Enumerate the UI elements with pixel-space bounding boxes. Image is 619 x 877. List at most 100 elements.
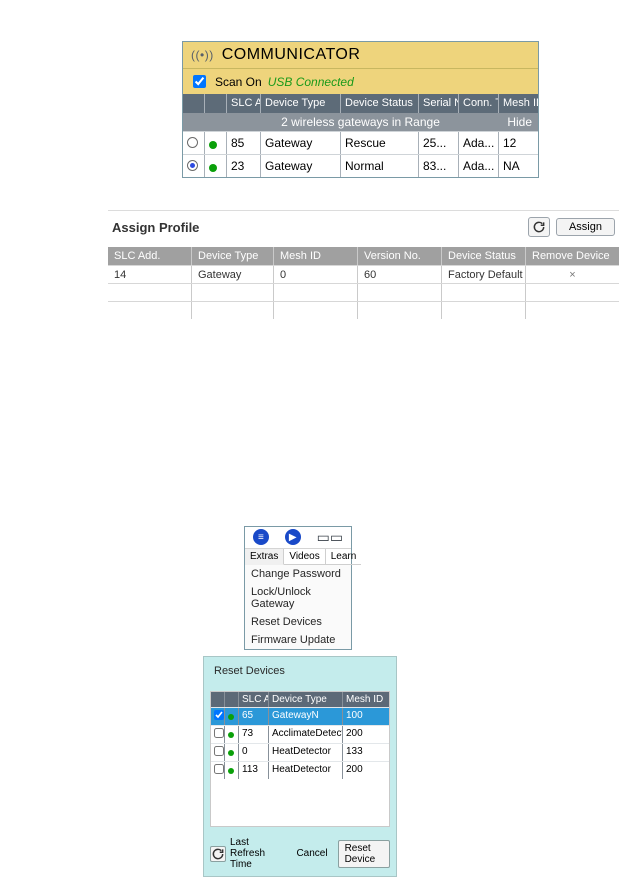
extras-tabs: Extras Videos Learn: [245, 549, 351, 565]
extras-menu: ≡ ▶ ▭▭ Extras Videos Learn Change Passwo…: [244, 526, 352, 650]
tab-videos[interactable]: Videos: [284, 549, 325, 565]
cell-dstat: Rescue: [341, 132, 419, 154]
row-checkbox[interactable]: [214, 728, 224, 738]
cell-mesh: 200: [343, 762, 389, 779]
col-rem: Remove Device: [526, 247, 619, 265]
table-row[interactable]: 113HeatDetector200: [211, 761, 389, 779]
col-stat: Device Status: [442, 247, 526, 265]
row-checkbox[interactable]: [214, 764, 224, 774]
cell-serial: 83...: [419, 155, 459, 177]
cell-mesh: 0: [274, 266, 358, 283]
col-slc: SLC Add.: [108, 247, 192, 265]
cell-dtype: GatewayN: [269, 708, 343, 725]
communicator-panel: ((•)) COMMUNICATOR Scan On USB Connected…: [182, 41, 539, 178]
cell-dtype: Gateway: [192, 266, 274, 283]
remove-device-button[interactable]: ×: [526, 266, 619, 283]
cell-slc: 23: [227, 155, 261, 177]
cell-mesh: 133: [343, 744, 389, 761]
cell-dtype: Gateway: [261, 155, 341, 177]
extras-item[interactable]: Change Password: [245, 565, 351, 583]
radio-select[interactable]: [187, 160, 198, 171]
table-row[interactable]: 85GatewayRescue25...Ada...12: [183, 131, 538, 154]
reset-title: Reset Devices: [204, 657, 396, 685]
col-dtype: Device Type: [192, 247, 274, 265]
refresh-icon: [211, 847, 225, 861]
last-refresh-label: Last Refresh Time: [230, 837, 282, 870]
tab-learn[interactable]: Learn: [326, 549, 362, 565]
status-dot-icon: [209, 164, 217, 172]
extras-item[interactable]: Lock/Unlock Gateway: [245, 583, 351, 613]
cell-slc: [108, 284, 192, 301]
tab-extras[interactable]: Extras: [245, 549, 284, 565]
cell-ver: 60: [358, 266, 442, 283]
row-checkbox[interactable]: [214, 746, 224, 756]
cell-dstat: Normal: [341, 155, 419, 177]
col-conn: Conn. Type: [459, 94, 499, 113]
communicator-title-bar: ((•)) COMMUNICATOR: [183, 42, 538, 69]
status-dot-icon: [228, 768, 234, 774]
cell-slc: 73: [239, 726, 269, 743]
range-text: 2 wireless gateways in Range: [281, 115, 440, 129]
status-dot-icon: [209, 141, 217, 149]
table-row[interactable]: 73AcclimateDetector200: [211, 725, 389, 743]
hide-link[interactable]: Hide: [507, 115, 532, 129]
col-mesh: Mesh ID: [274, 247, 358, 265]
cell-slc: 0: [239, 744, 269, 761]
col-mesh: Mesh ID: [499, 94, 538, 113]
scan-checkbox[interactable]: [193, 75, 206, 88]
communicator-title: COMMUNICATOR: [222, 46, 361, 64]
cell-mesh: 12: [499, 132, 538, 154]
usb-status: USB Connected: [268, 75, 354, 89]
reset-table: SLC Add. Device Type Mesh ID 65GatewayN1…: [210, 691, 390, 827]
extras-item[interactable]: Firmware Update: [245, 631, 351, 649]
table-row[interactable]: 65GatewayN100: [211, 707, 389, 725]
cell-dtype: AcclimateDetector: [269, 726, 343, 743]
reset-footer: Last Refresh Time Cancel Reset Device: [204, 833, 396, 876]
cell-dtype: Gateway: [261, 132, 341, 154]
book-icon[interactable]: ▭▭: [317, 529, 343, 546]
col-slc: SLC Add.: [239, 692, 269, 707]
assign-table-header: SLC Add. Device Type Mesh ID Version No.…: [108, 247, 619, 265]
play-icon[interactable]: ▶: [285, 529, 301, 545]
status-dot-icon: [228, 714, 234, 720]
assign-button[interactable]: Assign: [556, 218, 615, 236]
cell-mesh: NA: [499, 155, 538, 177]
status-dot-icon: [228, 732, 234, 738]
cell-stat: [442, 302, 526, 319]
assign-title: Assign Profile: [112, 220, 199, 235]
table-row[interactable]: 23GatewayNormal83...Ada...NA: [183, 154, 538, 177]
col-dtype: Device Type: [269, 692, 343, 707]
table-row[interactable]: 14Gateway060Factory Default×: [108, 265, 619, 283]
col-mesh: Mesh ID: [343, 692, 389, 707]
cell-slc: [108, 302, 192, 319]
cell-dtype: HeatDetector: [269, 744, 343, 761]
cell-mesh: 200: [343, 726, 389, 743]
cell-mesh: [274, 302, 358, 319]
menu-icon[interactable]: ≡: [253, 529, 269, 545]
cell-slc: 85: [227, 132, 261, 154]
assign-toolbar: Assign Profile Assign: [108, 211, 619, 247]
table-row[interactable]: 0HeatDetector133: [211, 743, 389, 761]
extras-item[interactable]: Reset Devices: [245, 613, 351, 631]
cell-dtype: [192, 302, 274, 319]
range-row: 2 wireless gateways in Range Hide: [183, 113, 538, 131]
table-row[interactable]: [108, 301, 619, 319]
refresh-button[interactable]: [210, 846, 226, 862]
cancel-button[interactable]: Cancel: [290, 846, 333, 861]
cell-mesh: [274, 284, 358, 301]
table-row[interactable]: [108, 283, 619, 301]
row-checkbox[interactable]: [214, 710, 224, 720]
cell-ver: [358, 284, 442, 301]
reset-table-header: SLC Add. Device Type Mesh ID: [211, 692, 389, 707]
cell-slc: 14: [108, 266, 192, 283]
cell-stat: Factory Default: [442, 266, 526, 283]
cell-slc: 65: [239, 708, 269, 725]
radio-select[interactable]: [187, 137, 198, 148]
col-ser: Serial No.: [419, 94, 459, 113]
status-dot-icon: [228, 750, 234, 756]
cell-ver: [358, 302, 442, 319]
scan-label: Scan On: [215, 75, 262, 89]
reset-device-button[interactable]: Reset Device: [338, 840, 390, 868]
refresh-button[interactable]: [528, 217, 550, 237]
cell-stat: [442, 284, 526, 301]
